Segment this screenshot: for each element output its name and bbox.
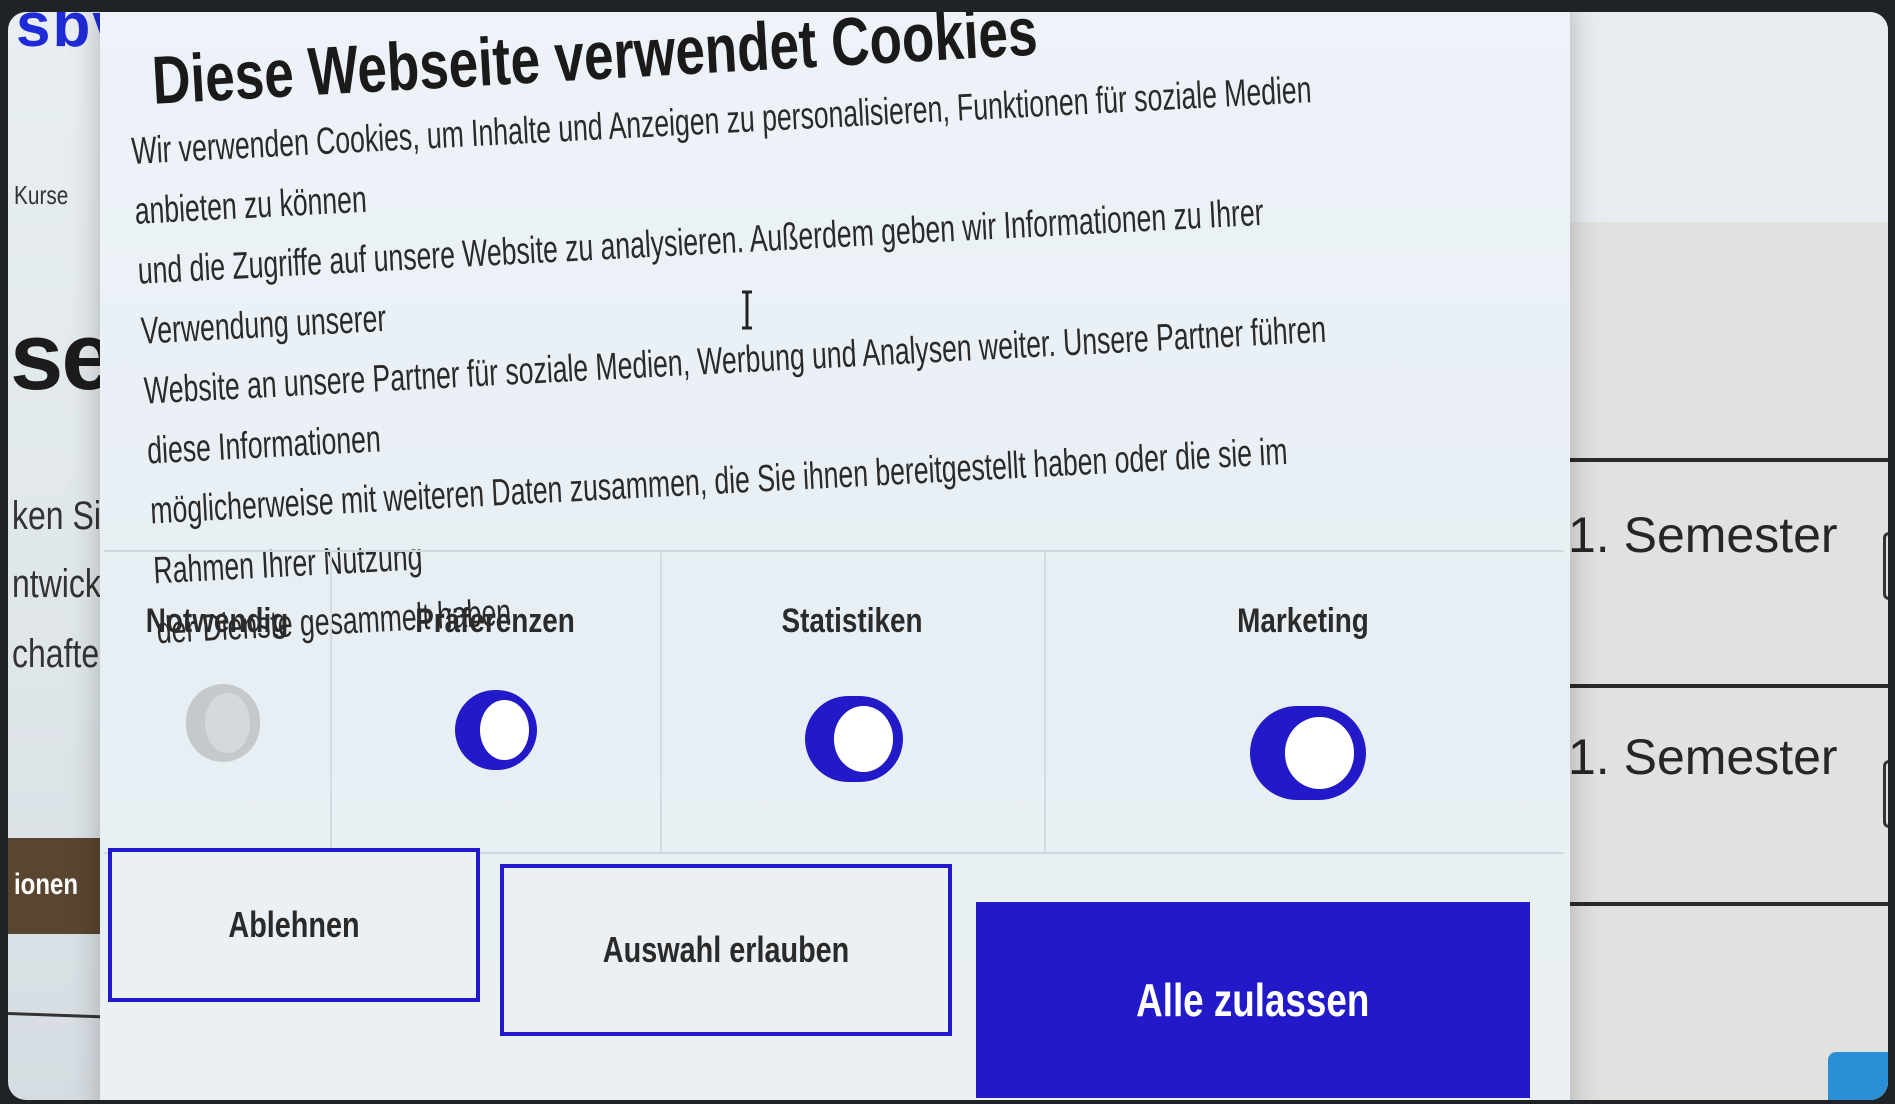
checkbox-edge[interactable]	[1883, 760, 1888, 828]
toggle-notwendig[interactable]	[186, 684, 260, 762]
toggle-marketing[interactable]	[1250, 706, 1366, 800]
toggle-statistiken[interactable]	[805, 696, 903, 782]
toggle-knob	[205, 693, 250, 753]
category-label: Marketing	[1237, 602, 1369, 640]
semester-label-1: 1. Semester	[1568, 507, 1838, 563]
category-label: Statistiken	[781, 602, 923, 640]
allow-selection-button[interactable]: Auswahl erlauben	[500, 864, 952, 1036]
chat-button[interactable]	[1828, 1052, 1888, 1100]
panel-body	[1568, 222, 1888, 1100]
divider	[1568, 458, 1888, 462]
divider	[1568, 902, 1888, 906]
screen: sbv Kurse ser ken Sie d ntwicklu chaften…	[8, 12, 1888, 1100]
category-statistiken: Statistiken	[660, 552, 1046, 852]
panel-header	[1568, 12, 1888, 222]
deny-button[interactable]: Ablehnen	[108, 848, 480, 1002]
cookie-consent-dialog: Diese Webseite verwendet Cookies Wir ver…	[100, 12, 1570, 1100]
toggle-knob	[479, 699, 529, 761]
background-button[interactable]: ionen	[8, 838, 100, 934]
allow-all-button[interactable]: Alle zulassen	[976, 902, 1530, 1098]
checkbox-edge[interactable]	[1883, 532, 1888, 600]
text-cursor-icon	[742, 290, 752, 330]
category-marketing: Marketing	[1044, 552, 1562, 852]
semester-label-2: 1. Semester	[1568, 729, 1838, 785]
category-notwendig: Notwendig	[104, 552, 332, 852]
category-praeferenzen: Präferenzen	[330, 552, 662, 852]
nav-item-kurse[interactable]: Kurse	[14, 180, 68, 211]
background-button-label: ionen	[14, 868, 78, 901]
toggle-knob	[834, 706, 894, 772]
deny-button-label: Ablehnen	[228, 904, 360, 945]
allow-all-button-label: Alle zulassen	[1136, 974, 1370, 1026]
course-panel: 1. Semester 1. Semester	[1568, 12, 1888, 1100]
category-label: Notwendig	[145, 602, 289, 640]
cookie-categories: Notwendig Präferenzen Statistiken Market…	[104, 550, 1564, 854]
category-label: Präferenzen	[415, 602, 575, 640]
divider	[1568, 684, 1888, 688]
toggle-knob	[1284, 717, 1355, 789]
toggle-praeferenzen[interactable]	[455, 690, 537, 770]
allow-selection-button-label: Auswahl erlauben	[602, 929, 850, 970]
